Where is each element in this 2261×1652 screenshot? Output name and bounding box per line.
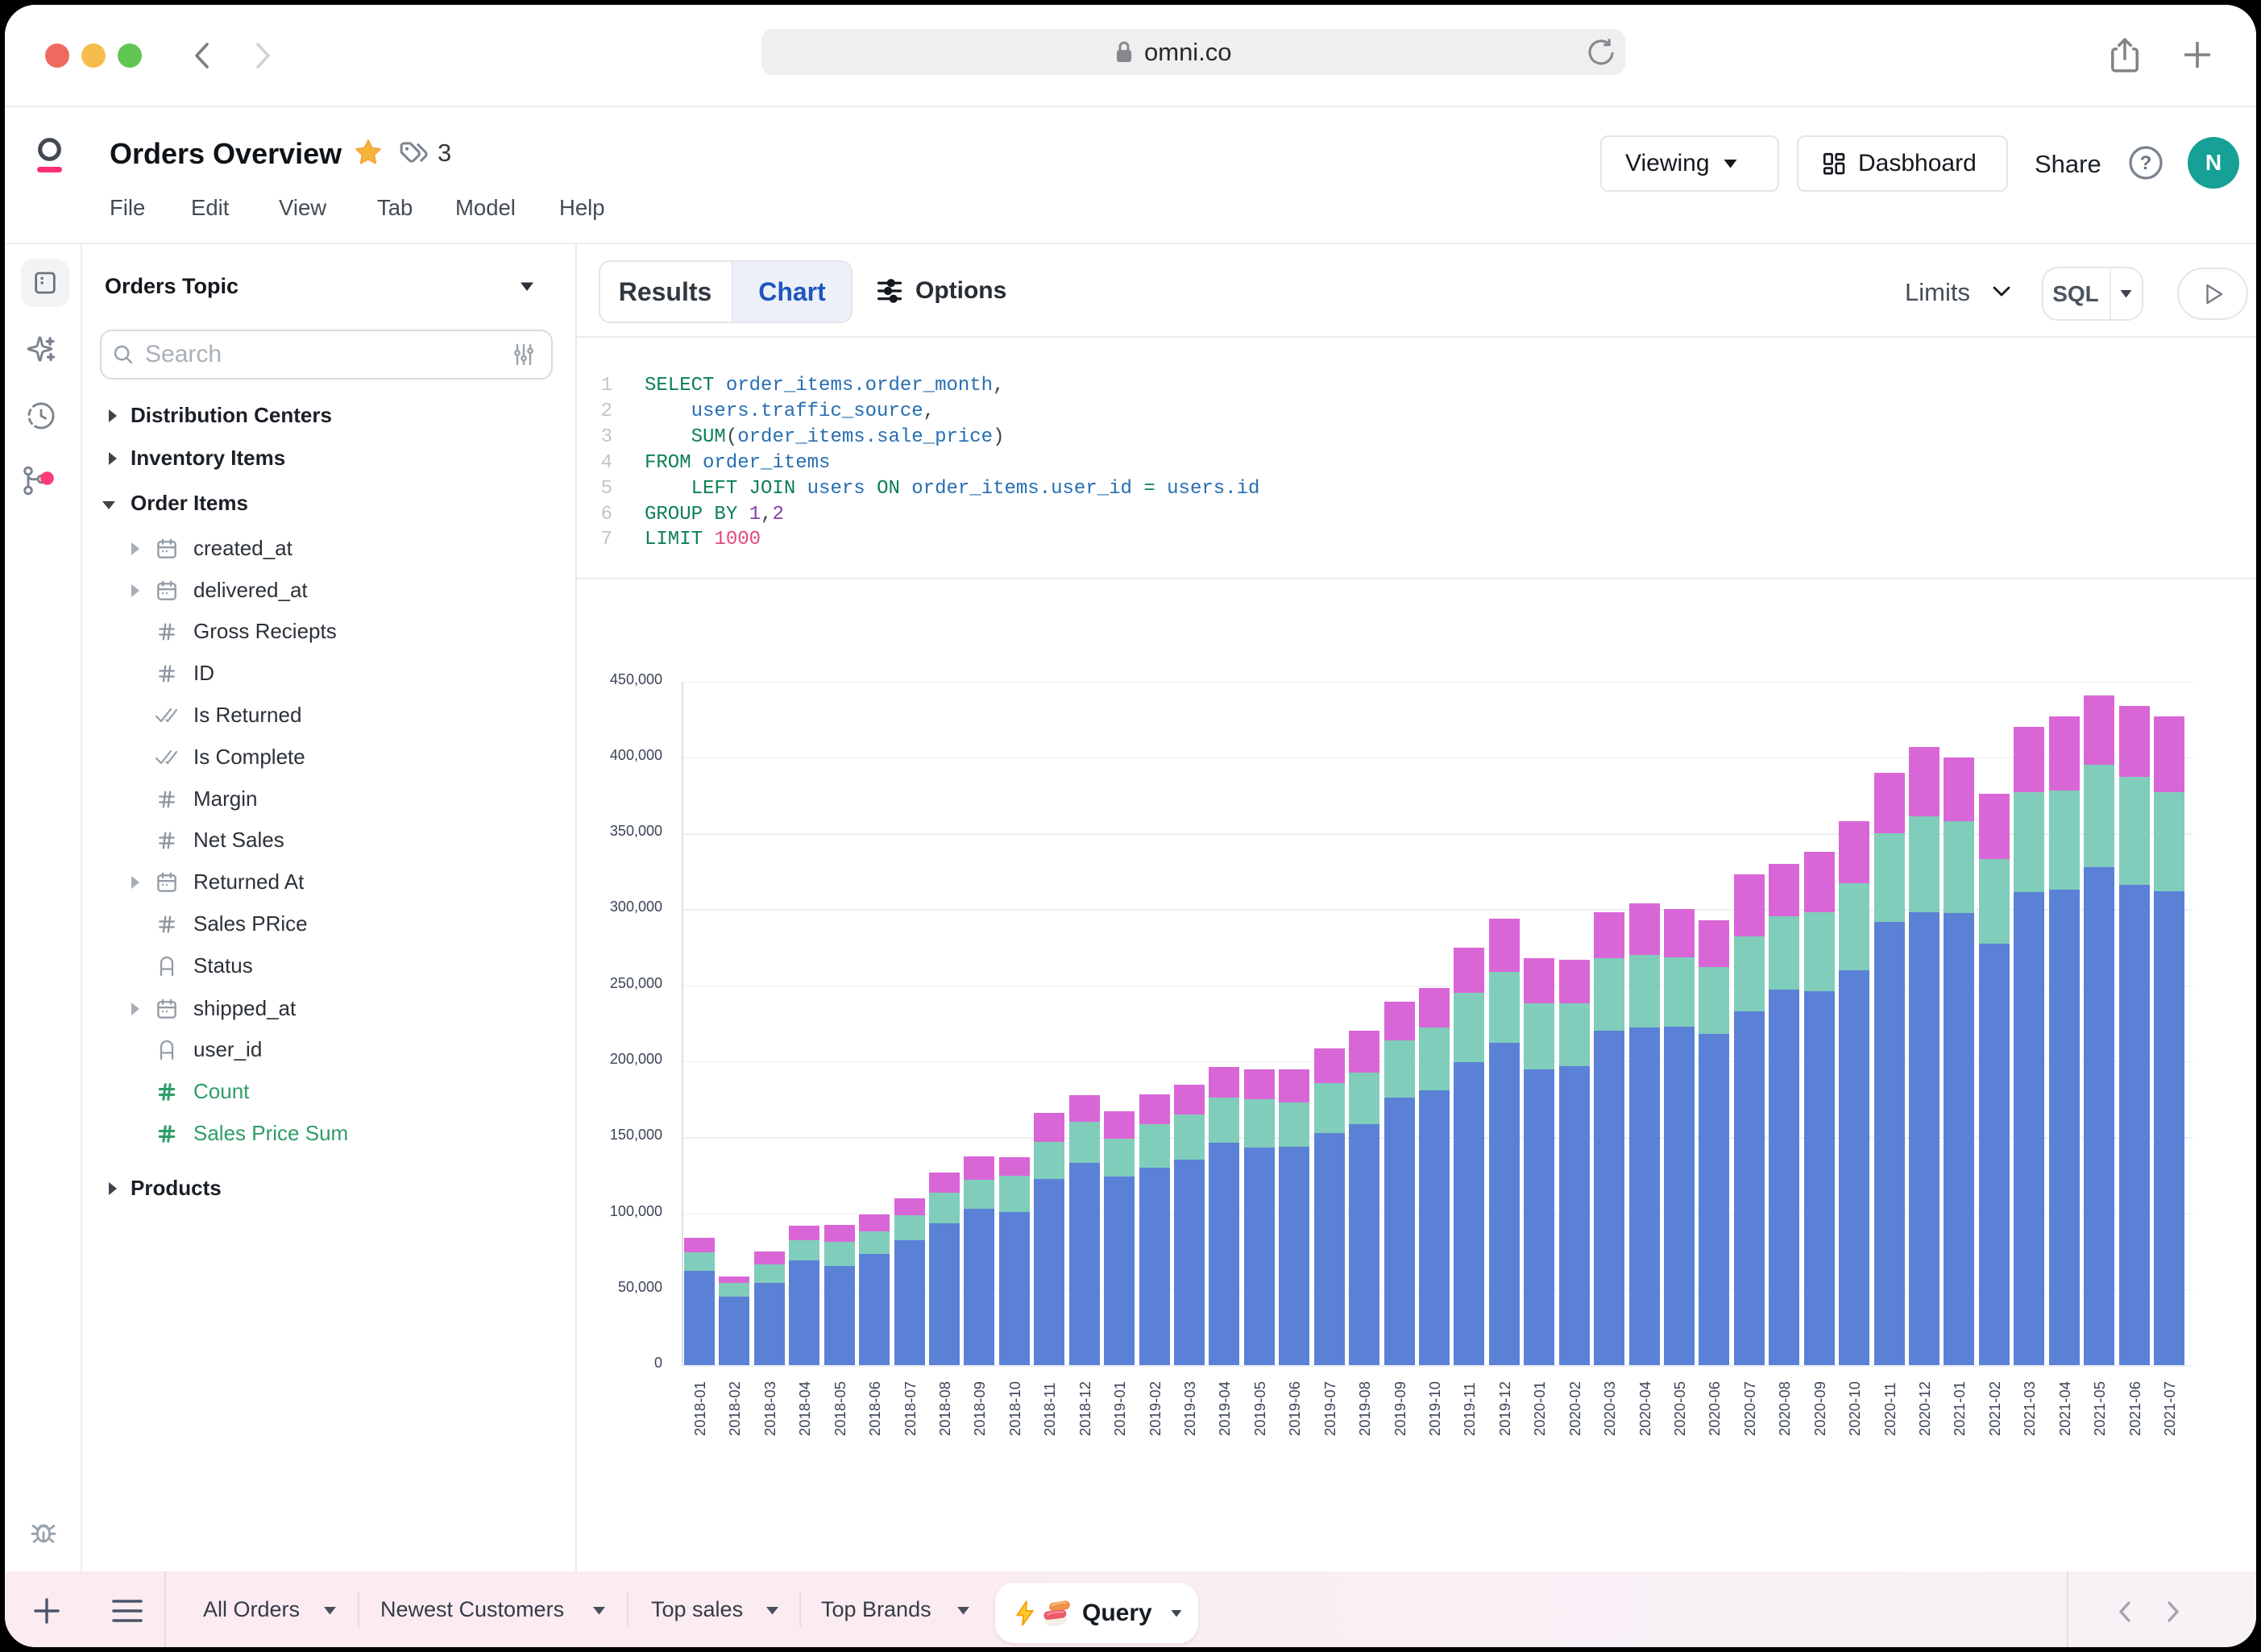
svg-text:?: ? xyxy=(2140,152,2152,174)
